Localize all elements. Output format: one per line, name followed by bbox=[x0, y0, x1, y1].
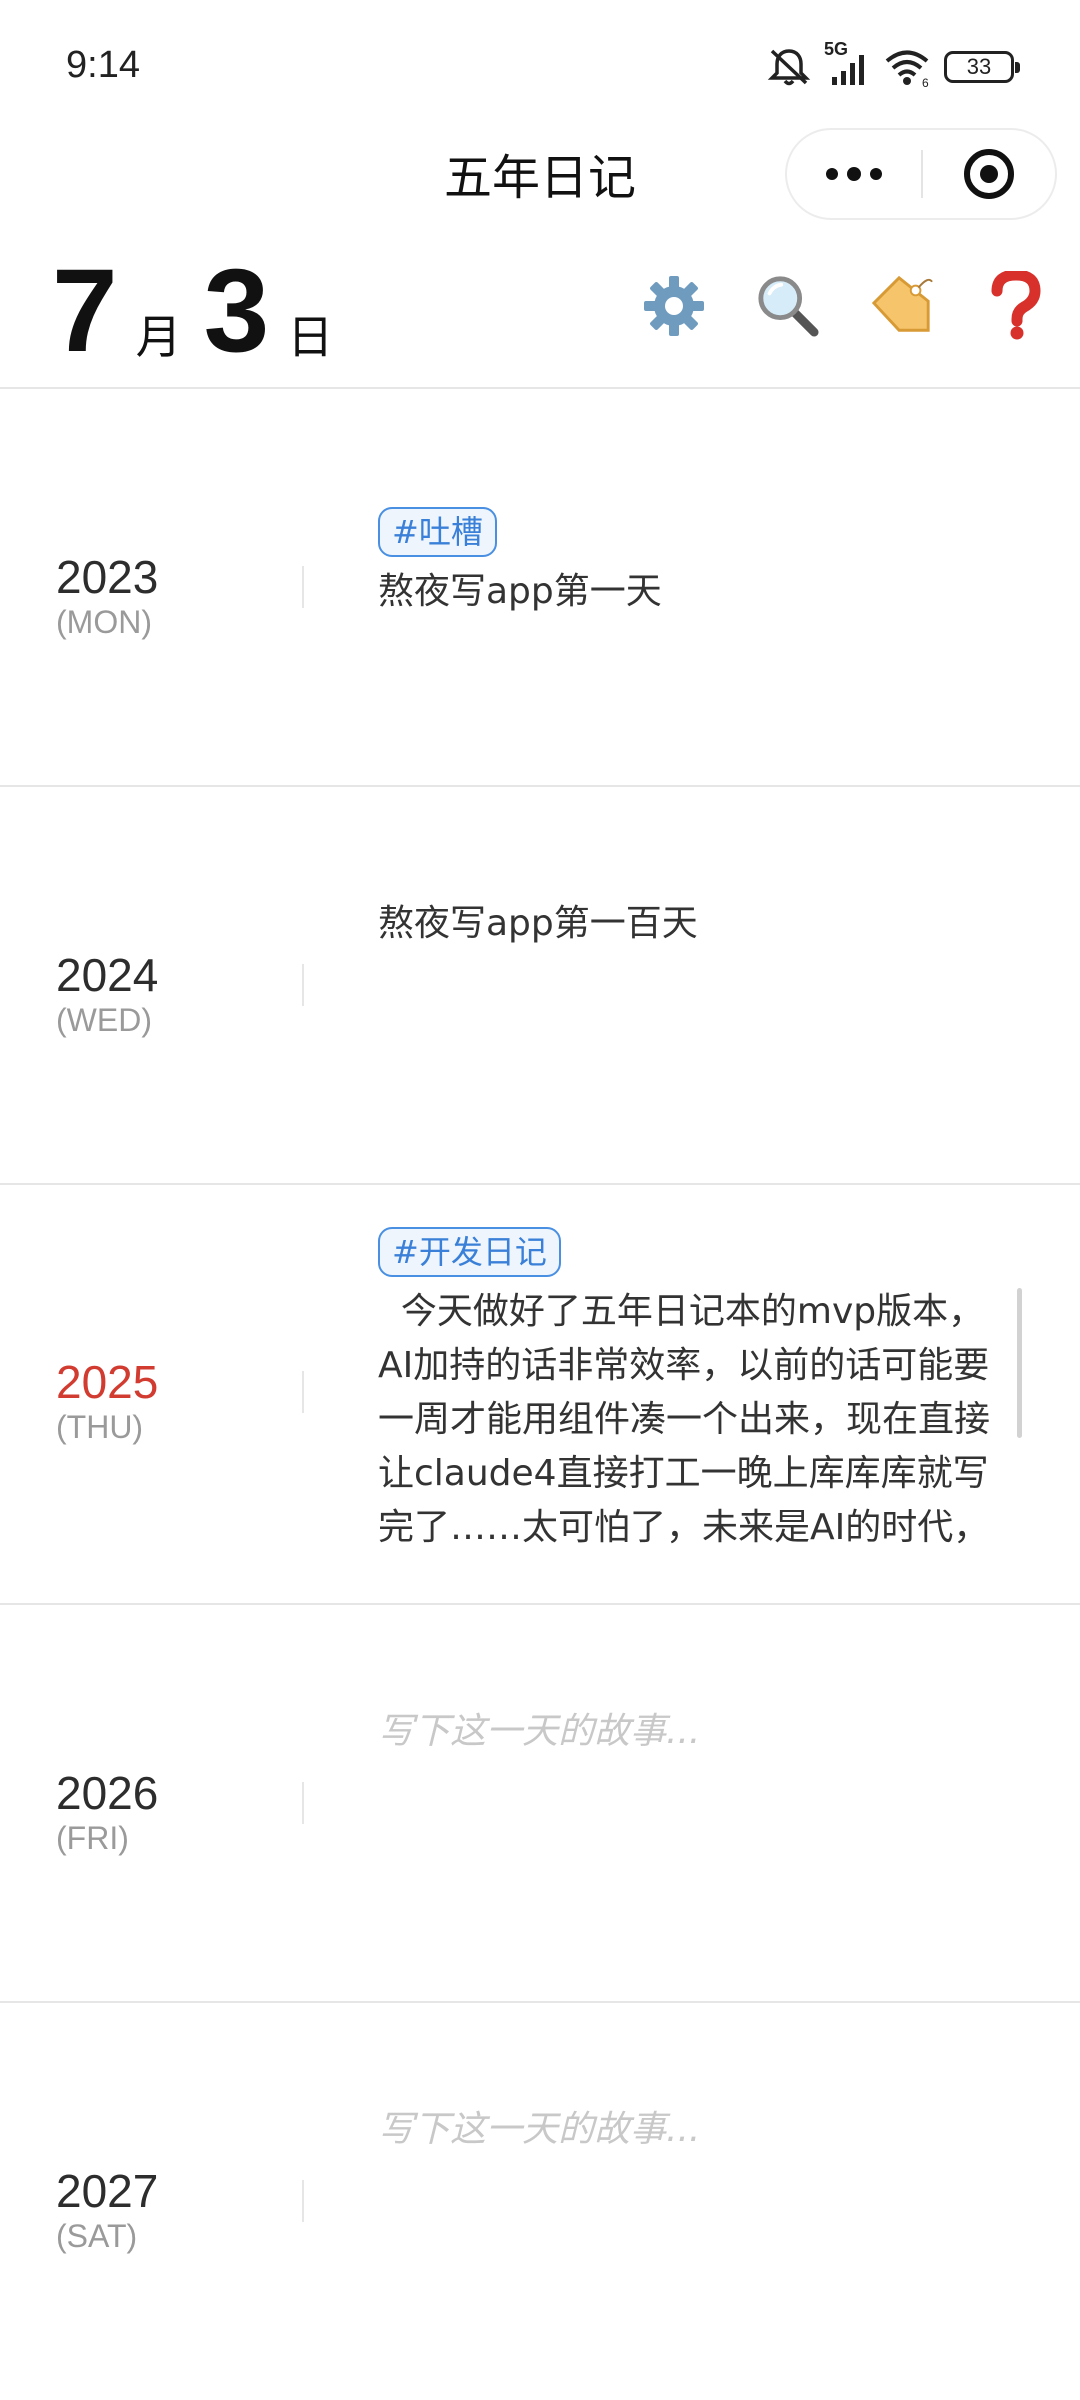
target-icon bbox=[964, 149, 1014, 199]
entry-placeholder[interactable]: 写下这一天的故事... bbox=[378, 2103, 1018, 2157]
search-icon[interactable] bbox=[756, 272, 820, 340]
network-label: 5G bbox=[824, 39, 849, 59]
year-separator bbox=[302, 964, 304, 1006]
signal-icon: 5G bbox=[824, 39, 870, 87]
month-number: 7 bbox=[52, 245, 118, 377]
year-separator bbox=[302, 566, 304, 608]
entry-year: 2023 bbox=[56, 551, 159, 603]
gear-icon[interactable] bbox=[642, 272, 706, 340]
more-button[interactable] bbox=[787, 130, 921, 218]
entry-weekday: (MON) bbox=[56, 603, 152, 640]
more-dot-icon bbox=[870, 168, 882, 180]
year-separator bbox=[302, 1371, 304, 1413]
entry-tag[interactable]: #开发日记 bbox=[378, 1227, 561, 1278]
entry-weekday: (THU) bbox=[56, 1408, 144, 1445]
battery-icon: 33 bbox=[944, 51, 1020, 83]
year-separator bbox=[302, 2180, 304, 2222]
entry-row-2027[interactable]: 2027 (SAT) 写下这一天的故事... bbox=[0, 2003, 1080, 2400]
entry-row-2024[interactable]: 2024 (WED) 熬夜写app第一百天 bbox=[0, 787, 1080, 1185]
entry-tag[interactable]: #吐槽 bbox=[378, 507, 497, 558]
entry-year: 2027 bbox=[56, 2165, 159, 2217]
date-header: 7 月 3 日 bbox=[52, 250, 355, 370]
entry-row-2025[interactable]: 2025 (THU) #开发日记 今天做好了五年日记本的mvp版本，AI加持的话… bbox=[0, 1185, 1080, 1605]
help-icon[interactable] bbox=[984, 271, 1048, 340]
entry-text[interactable]: 熬夜写app第一百天 bbox=[378, 897, 1018, 951]
svg-text:6: 6 bbox=[922, 76, 929, 87]
entry-text[interactable]: 今天做好了五年日记本的mvp版本，AI加持的话非常效率，以前的话可能要一周才能用… bbox=[378, 1285, 1018, 1561]
entry-placeholder[interactable]: 写下这一天的故事... bbox=[378, 1705, 1018, 1759]
entry-weekday: (SAT) bbox=[56, 2217, 138, 2254]
day-number: 3 bbox=[203, 245, 270, 377]
status-time: 9:14 bbox=[66, 44, 140, 86]
entry-year: 2026 bbox=[56, 1767, 159, 1819]
mute-icon bbox=[766, 47, 812, 87]
entry-weekday: (FRI) bbox=[56, 1819, 129, 1856]
toolbar bbox=[642, 271, 1048, 340]
entry-weekday: (WED) bbox=[56, 1001, 152, 1038]
mini-program-capsule bbox=[785, 128, 1057, 220]
entry-scroll-area[interactable]: 今天做好了五年日记本的mvp版本，AI加持的话非常效率，以前的话可能要一周才能用… bbox=[378, 1285, 1018, 1561]
status-bar: 9:14 5G 6 33 bbox=[0, 0, 1080, 130]
battery-level: 33 bbox=[966, 54, 992, 79]
year-separator bbox=[302, 1782, 304, 1824]
entry-text[interactable]: 熬夜写app第一天 bbox=[378, 565, 1018, 619]
more-dot-icon bbox=[826, 168, 838, 180]
close-button[interactable] bbox=[923, 130, 1055, 218]
month-unit: 月 bbox=[135, 310, 182, 364]
tag-icon[interactable] bbox=[870, 272, 934, 340]
entry-scrollbar[interactable] bbox=[1017, 1288, 1022, 1438]
status-icons: 5G 6 33 bbox=[766, 39, 1020, 90]
day-unit: 日 bbox=[287, 310, 334, 364]
entry-row-2023[interactable]: 2023 (MON) #吐槽 熬夜写app第一天 bbox=[0, 389, 1080, 787]
entry-year: 2024 bbox=[56, 949, 159, 1001]
entry-year-current: 2025 bbox=[56, 1356, 159, 1408]
more-dot-icon bbox=[847, 167, 861, 181]
entry-row-2026[interactable]: 2026 (FRI) 写下这一天的故事... bbox=[0, 1605, 1080, 2003]
wifi-icon: 6 bbox=[884, 47, 930, 87]
